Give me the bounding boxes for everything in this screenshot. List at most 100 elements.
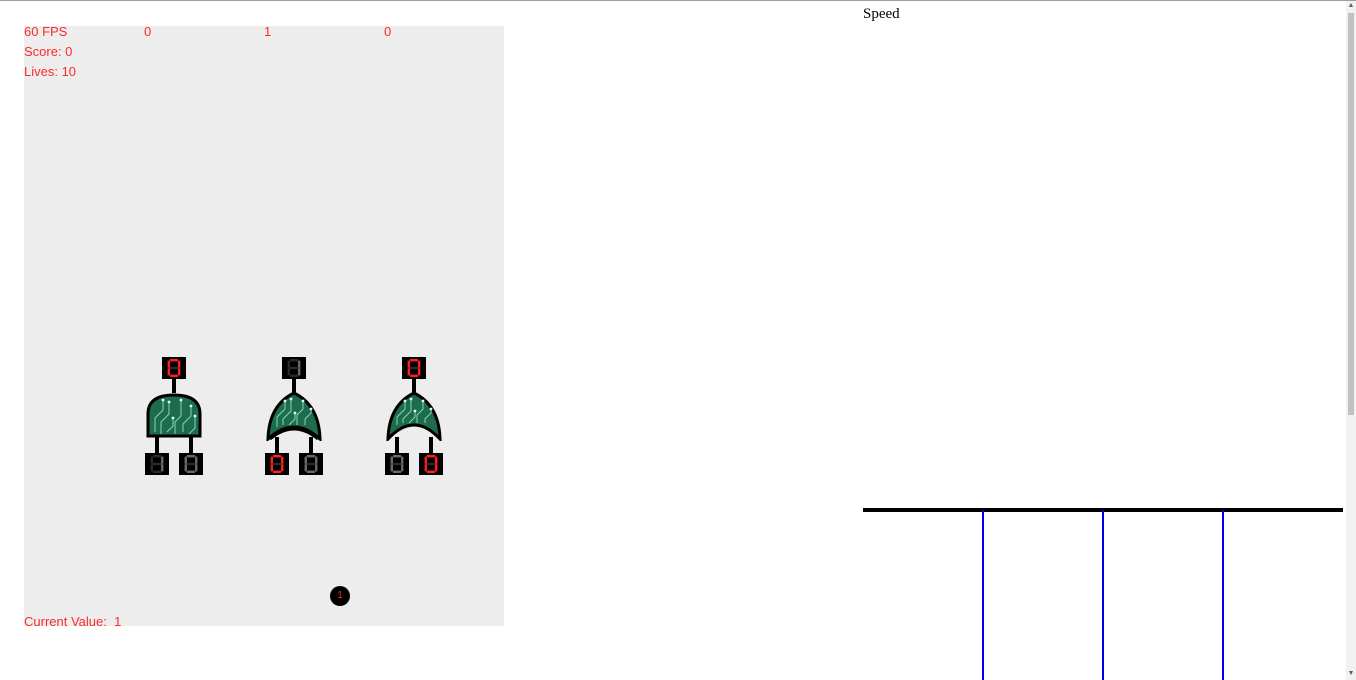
current-value-number: 1 xyxy=(114,614,122,629)
seven-segment-digit-icon xyxy=(167,359,181,377)
segment-f xyxy=(390,456,393,464)
gate-2-input-wire-a xyxy=(275,437,279,453)
segment-d xyxy=(427,470,435,473)
speed-lane-3 xyxy=(1222,510,1224,680)
segment-e xyxy=(304,464,307,472)
segment-g xyxy=(427,462,435,466)
seven-segment-digit-icon xyxy=(270,455,284,473)
segment-d xyxy=(187,470,195,473)
gate-3-output-display xyxy=(402,357,426,379)
segment-c xyxy=(401,464,404,472)
segment-g xyxy=(273,462,281,466)
segment-g xyxy=(153,462,161,466)
logic-gate-1[interactable] xyxy=(145,357,205,477)
gate-1-output-display xyxy=(162,357,186,379)
top-value-3: 0 xyxy=(384,24,392,39)
segment-b xyxy=(281,456,284,464)
segment-f xyxy=(304,456,307,464)
segment-b xyxy=(435,456,438,464)
vertical-scrollbar[interactable]: ▲ ▼ xyxy=(1346,1,1356,680)
segment-c xyxy=(435,464,438,472)
segment-b xyxy=(178,360,181,368)
seven-segment-digit-icon xyxy=(184,455,198,473)
segment-g xyxy=(187,462,195,466)
fps-counter: 60 FPS xyxy=(24,24,68,39)
segment-a xyxy=(307,455,315,458)
segment-g xyxy=(393,462,401,466)
segment-a xyxy=(393,455,401,458)
scrollbar-thumb[interactable] xyxy=(1348,13,1354,415)
segment-d xyxy=(393,470,401,473)
segment-d xyxy=(170,374,178,377)
gate-1-output-wire xyxy=(172,379,176,393)
segment-c xyxy=(281,464,284,472)
segment-a xyxy=(290,359,298,362)
segment-f xyxy=(424,456,427,464)
segment-g xyxy=(307,462,315,466)
segment-e xyxy=(270,464,273,472)
segment-g xyxy=(410,366,418,370)
segment-d xyxy=(410,374,418,377)
gate-1-input-wire-b xyxy=(189,436,193,453)
segment-c xyxy=(178,368,181,376)
seven-segment-digit-icon xyxy=(407,359,421,377)
gate-3-input-display-b[interactable] xyxy=(419,453,443,475)
segment-f xyxy=(287,360,290,368)
and-gate-icon xyxy=(146,393,202,438)
segment-a xyxy=(187,455,195,458)
segment-e xyxy=(184,464,187,472)
score-label: Score: 0 xyxy=(24,44,73,59)
segment-c xyxy=(315,464,318,472)
gate-3-input-wire-a xyxy=(395,437,399,453)
segment-f xyxy=(270,456,273,464)
segment-c xyxy=(418,368,421,376)
logic-gate-2[interactable] xyxy=(265,357,325,477)
segment-e xyxy=(287,368,290,376)
gate-2-input-display-b[interactable] xyxy=(299,453,323,475)
current-value-caption: Current Value: xyxy=(24,614,107,629)
value-ball[interactable]: 1 xyxy=(330,586,350,606)
gate-1-input-wire-a xyxy=(155,436,159,453)
segment-g xyxy=(170,366,178,370)
seven-segment-digit-icon xyxy=(424,455,438,473)
xor-gate-icon xyxy=(266,391,322,441)
segment-b xyxy=(298,360,301,368)
seven-segment-digit-icon xyxy=(150,455,164,473)
scroll-down-icon[interactable]: ▼ xyxy=(1346,669,1356,679)
speed-lane-2 xyxy=(1102,510,1104,680)
segment-f xyxy=(184,456,187,464)
or-gate-icon xyxy=(386,391,442,441)
seven-segment-digit-icon xyxy=(390,455,404,473)
segment-e xyxy=(390,464,393,472)
segment-e xyxy=(150,464,153,472)
segment-b xyxy=(401,456,404,464)
gate-1-input-display-a[interactable] xyxy=(145,453,169,475)
segment-b xyxy=(418,360,421,368)
segment-b xyxy=(195,456,198,464)
segment-a xyxy=(153,455,161,458)
scroll-up-icon[interactable]: ▲ xyxy=(1346,1,1356,11)
segment-a xyxy=(273,455,281,458)
current-value-label: Current Value: 1 xyxy=(24,614,121,630)
segment-e xyxy=(407,368,410,376)
top-value-2: 1 xyxy=(264,24,272,39)
segment-b xyxy=(161,456,164,464)
gate-3-input-display-a[interactable] xyxy=(385,453,409,475)
gate-2-output-display xyxy=(282,357,306,379)
segment-d xyxy=(307,470,315,473)
gate-2-input-display-a[interactable] xyxy=(265,453,289,475)
segment-c xyxy=(195,464,198,472)
segment-a xyxy=(170,359,178,362)
logic-gate-3[interactable] xyxy=(385,357,445,477)
gate-3-input-wire-b xyxy=(429,437,433,453)
gate-2-input-wire-b xyxy=(309,437,313,453)
segment-c xyxy=(298,368,301,376)
gate-1-input-display-b[interactable] xyxy=(179,453,203,475)
segment-b xyxy=(315,456,318,464)
segment-c xyxy=(161,464,164,472)
segment-d xyxy=(153,470,161,473)
seven-segment-digit-icon xyxy=(304,455,318,473)
segment-f xyxy=(150,456,153,464)
segment-a xyxy=(410,359,418,362)
game-canvas[interactable]: 60 FPS 0 1 0 Score: 0 Lives: 10 1 Curren… xyxy=(24,24,504,629)
